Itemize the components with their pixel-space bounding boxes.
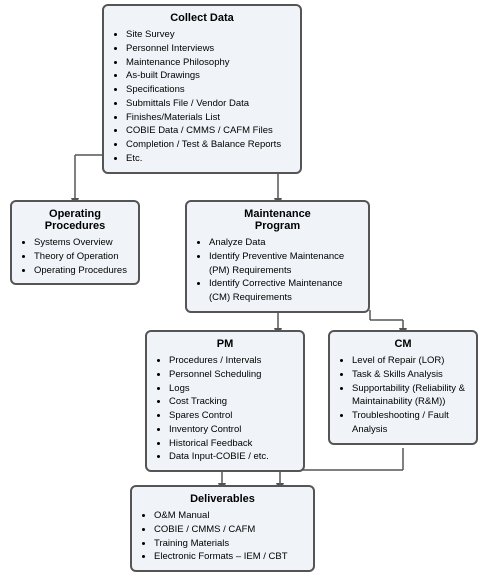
list-item: Troubleshooting / Fault Analysis (352, 409, 468, 437)
deliverables-list: O&M ManualCOBIE / CMMS / CAFMTraining Ma… (140, 509, 305, 564)
operating-procedures-title: OperatingProcedures (20, 208, 130, 232)
diagram: Collect Data Site SurveyPersonnel Interv… (0, 0, 503, 586)
maintenance-program-list: Analyze DataIdentify Preventive Maintena… (195, 236, 360, 305)
list-item: As-built Drawings (126, 69, 292, 83)
list-item: Site Survey (126, 28, 292, 42)
pm-box: PM Procedures / IntervalsPersonnel Sched… (145, 330, 305, 472)
list-item: Identify Corrective Maintenance (CM) Req… (209, 277, 360, 305)
list-item: Personnel Scheduling (169, 368, 295, 382)
list-item: Supportability (Reliability & Maintainab… (352, 382, 468, 410)
list-item: Completion / Test & Balance Reports (126, 138, 292, 152)
list-item: Specifications (126, 83, 292, 97)
cm-title: CM (338, 338, 468, 350)
list-item: Etc. (126, 152, 292, 166)
list-item: Task & Skills Analysis (352, 368, 468, 382)
list-item: COBIE / CMMS / CAFM (154, 523, 305, 537)
list-item: Operating Procedures (34, 264, 130, 278)
maintenance-program-title: MaintenanceProgram (195, 208, 360, 232)
deliverables-box: Deliverables O&M ManualCOBIE / CMMS / CA… (130, 485, 315, 572)
list-item: Maintenance Philosophy (126, 56, 292, 70)
cm-box: CM Level of Repair (LOR)Task & Skills An… (328, 330, 478, 445)
list-item: O&M Manual (154, 509, 305, 523)
operating-procedures-box: OperatingProcedures Systems OverviewTheo… (10, 200, 140, 285)
list-item: Level of Repair (LOR) (352, 354, 468, 368)
list-item: Training Materials (154, 537, 305, 551)
collect-data-title: Collect Data (112, 12, 292, 24)
maintenance-program-box: MaintenanceProgram Analyze DataIdentify … (185, 200, 370, 313)
list-item: Data Input-COBIE / etc. (169, 450, 295, 464)
operating-procedures-list: Systems OverviewTheory of OperationOpera… (20, 236, 130, 277)
list-item: Electronic Formats – IEM / CBT (154, 550, 305, 564)
list-item: Identify Preventive Maintenance (PM) Req… (209, 250, 360, 278)
list-item: Finishes/Materials List (126, 111, 292, 125)
list-item: Historical Feedback (169, 437, 295, 451)
deliverables-title: Deliverables (140, 493, 305, 505)
list-item: Procedures / Intervals (169, 354, 295, 368)
collect-data-box: Collect Data Site SurveyPersonnel Interv… (102, 4, 302, 174)
list-item: Spares Control (169, 409, 295, 423)
list-item: COBIE Data / CMMS / CAFM Files (126, 124, 292, 138)
collect-data-list: Site SurveyPersonnel InterviewsMaintenan… (112, 28, 292, 166)
cm-list: Level of Repair (LOR)Task & Skills Analy… (338, 354, 468, 437)
list-item: Inventory Control (169, 423, 295, 437)
list-item: Personnel Interviews (126, 42, 292, 56)
list-item: Cost Tracking (169, 395, 295, 409)
list-item: Systems Overview (34, 236, 130, 250)
pm-title: PM (155, 338, 295, 350)
list-item: Logs (169, 382, 295, 396)
list-item: Analyze Data (209, 236, 360, 250)
list-item: Theory of Operation (34, 250, 130, 264)
list-item: Submittals File / Vendor Data (126, 97, 292, 111)
pm-list: Procedures / IntervalsPersonnel Scheduli… (155, 354, 295, 464)
